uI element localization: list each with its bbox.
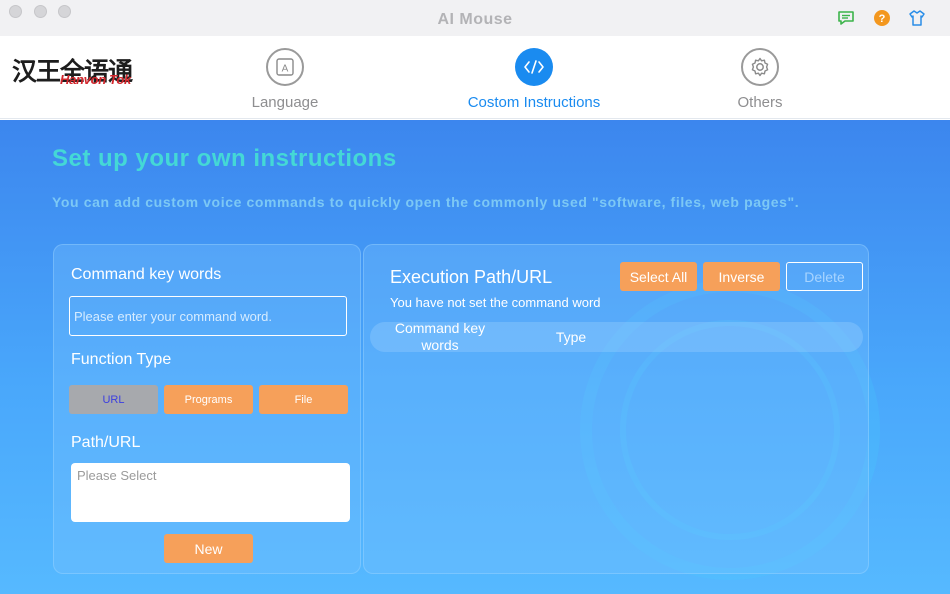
column-header-command-key-words: Command key words: [394, 320, 486, 353]
function-type-file-button[interactable]: File: [259, 385, 348, 414]
path-url-field[interactable]: Please Select: [71, 463, 350, 522]
function-type-url-button[interactable]: URL: [69, 385, 158, 414]
gear-icon: [741, 48, 779, 86]
svg-text:A: A: [282, 64, 289, 75]
tab-language-label: Language: [251, 94, 319, 111]
page-description: You can add custom voice commands to qui…: [52, 194, 800, 210]
language-icon: A: [266, 48, 304, 86]
path-url-label: Path/URL: [71, 434, 141, 451]
brand-logo-english: Hanvon Tok: [60, 72, 131, 87]
svg-text:?: ?: [879, 13, 886, 25]
column-header-type: Type: [555, 329, 587, 345]
help-icon[interactable]: ?: [873, 9, 891, 27]
command-list-panel: [363, 244, 869, 574]
code-icon: [515, 48, 553, 86]
command-keywords-input[interactable]: [69, 296, 347, 336]
delete-button[interactable]: Delete: [786, 262, 863, 291]
window-title: AI Mouse: [437, 11, 513, 28]
tab-language[interactable]: A Language: [185, 48, 385, 111]
select-all-button[interactable]: Select All: [620, 262, 697, 291]
tab-others[interactable]: Others: [660, 48, 860, 111]
command-form-panel: Command key words Function Type URL Prog…: [53, 244, 361, 574]
chat-icon[interactable]: [837, 9, 855, 27]
page-heading: Set up your own instructions: [52, 145, 397, 172]
tab-others-label: Others: [737, 94, 783, 111]
main-content: Set up your own instructions You can add…: [0, 120, 950, 594]
shirt-icon[interactable]: [908, 9, 926, 27]
tab-custom-instructions-label: Costom Instructions: [467, 94, 601, 111]
tab-custom-instructions[interactable]: Costom Instructions: [434, 48, 634, 111]
header: 汉王全语通 Hanvon Tok A Language Costom Instr…: [0, 36, 950, 119]
empty-list-message: You have not set the command word: [390, 295, 601, 310]
inverse-button[interactable]: Inverse: [703, 262, 780, 291]
new-button[interactable]: New: [164, 534, 253, 563]
function-type-label: Function Type: [71, 351, 172, 368]
execution-path-title: Execution Path/URL: [390, 267, 553, 287]
title-bar: AI Mouse ?: [0, 0, 950, 36]
command-keywords-label: Command key words: [71, 266, 222, 283]
function-type-programs-button[interactable]: Programs: [164, 385, 253, 414]
